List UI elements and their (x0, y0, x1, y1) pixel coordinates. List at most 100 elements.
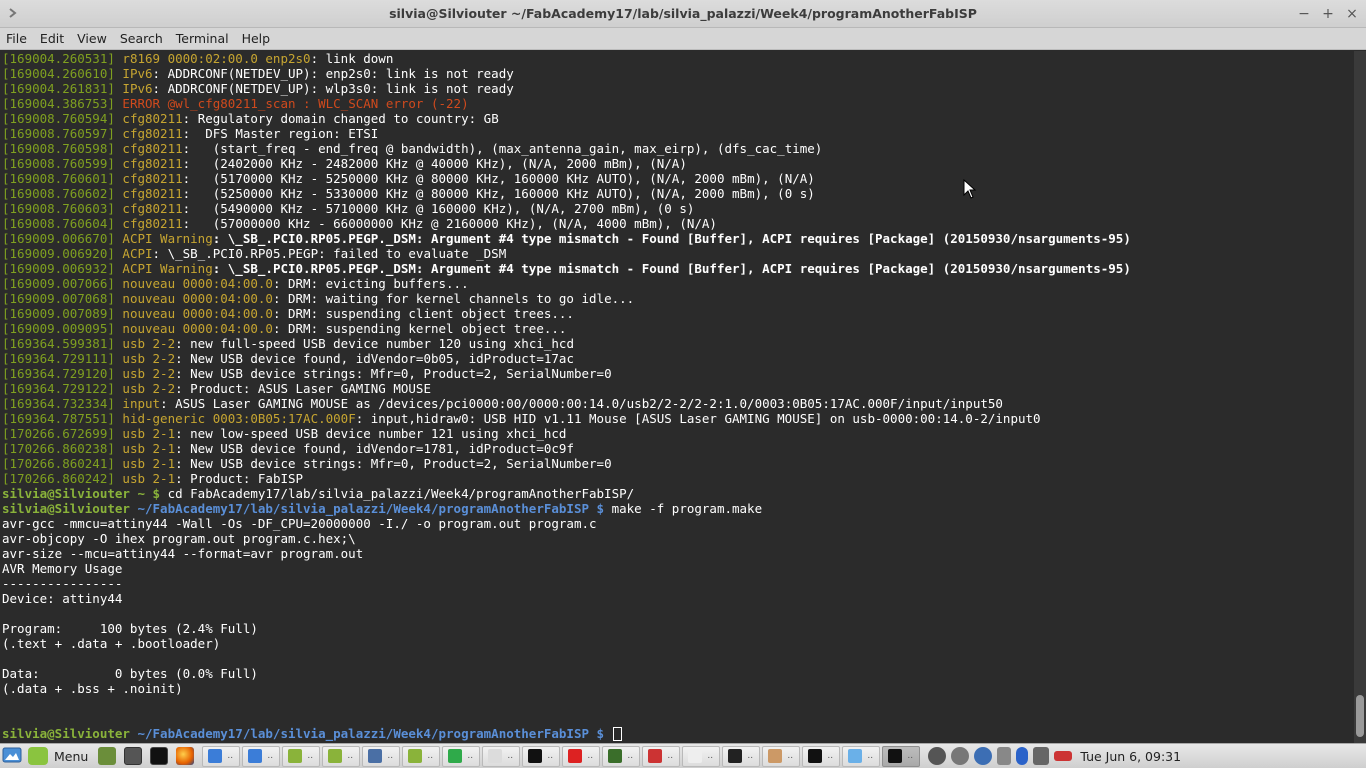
text-cursor (612, 727, 622, 741)
log-line: [169364.599381] usb 2-2: new full-speed … (2, 336, 1354, 351)
log-source: usb 2-1 (122, 456, 176, 471)
app-icon (288, 749, 303, 763)
menu-help[interactable]: Help (242, 31, 271, 46)
task-label: .. (307, 751, 314, 761)
taskbar-window-button[interactable]: .. (682, 745, 721, 767)
menu-bar: File Edit View Search Terminal Help (0, 28, 1366, 50)
log-timestamp: [169364.729120] (2, 366, 115, 381)
log-timestamp: [169364.787551] (2, 411, 115, 426)
menu-edit[interactable]: Edit (40, 31, 64, 46)
app-icon (808, 749, 823, 763)
log-message: : (57000000 KHz - 66000000 KHz @ 2160000… (182, 216, 717, 231)
maximize-button[interactable]: + (1319, 5, 1337, 23)
taskbar-window-button[interactable]: .. (442, 745, 481, 767)
taskbar-window-button[interactable]: .. (242, 745, 281, 767)
log-timestamp: [169008.760604] (2, 216, 115, 231)
taskbar-window-button[interactable]: .. (642, 745, 681, 767)
taskbar-window-button[interactable]: .. (602, 745, 641, 767)
mouse-pointer-icon (963, 179, 977, 199)
log-timestamp: [169009.006920] (2, 246, 115, 261)
prompt-path: ~/FabAcademy17/lab/silvia_palazzi/Week4/… (129, 501, 605, 516)
taskbar-window-button[interactable]: .. (362, 745, 401, 767)
scrollbar-thumb[interactable] (1356, 695, 1364, 737)
taskbar-window-button[interactable]: .. (842, 745, 881, 767)
clock[interactable]: Tue Jun 6, 09:31 (1080, 749, 1181, 764)
terminal-view[interactable]: [169004.260531] r8169 0000:02:00.0 enp2s… (0, 51, 1354, 743)
command-output: avr-gcc -mmcu=attiny44 -Wall -Os -DF_CPU… (2, 516, 1354, 726)
task-label: .. (627, 751, 634, 761)
taskbar-window-button[interactable]: .. (762, 745, 801, 767)
log-source: cfg80211 (122, 111, 183, 126)
taskbar-window-button[interactable]: .. (282, 745, 321, 767)
log-message: : New USB device strings: Mfr=0, Product… (175, 456, 612, 471)
prompt-path: ~/FabAcademy17/lab/silvia_palazzi/Week4/… (129, 726, 605, 741)
minimize-button[interactable]: − (1295, 5, 1313, 23)
menu-search[interactable]: Search (120, 31, 163, 46)
start-menu-button[interactable]: Menu (28, 747, 88, 765)
log-message: : \_SB_.PCI0.RP05.PEGP._DSM: Argument #4… (212, 231, 1131, 246)
log-timestamp: [169364.729111] (2, 351, 115, 366)
task-label: .. (667, 751, 674, 761)
log-source: ACPI (122, 246, 153, 261)
prompt-path: ~ $ (129, 486, 161, 501)
log-timestamp: [169008.760597] (2, 126, 115, 141)
log-line: [169004.261831] IPv6: ADDRCONF(NETDEV_UP… (2, 81, 1354, 96)
taskbar-window-button[interactable]: .. (322, 745, 361, 767)
close-button[interactable]: × (1343, 5, 1361, 23)
battery-icon[interactable] (1054, 751, 1073, 761)
log-message: : input,hidraw0: USB HID v1.11 Mouse [AS… (355, 411, 1041, 426)
log-line: [169008.760599] cfg80211: (2402000 KHz -… (2, 156, 1354, 171)
taskbar-window-button[interactable]: .. (482, 745, 521, 767)
log-source: IPv6 (122, 81, 153, 96)
log-message: : (5170000 KHz - 5250000 KHz @ 80000 KHz… (182, 171, 815, 186)
log-line: [169008.760603] cfg80211: (5490000 KHz -… (2, 201, 1354, 216)
prompt-user: silvia@Silviouter (2, 726, 130, 741)
output-line: Device: attiny44 (2, 591, 123, 606)
taskbar-window-button[interactable]: .. (562, 745, 601, 767)
log-line: [169364.787551] hid-generic 0003:0B05:17… (2, 411, 1354, 426)
log-timestamp: [170266.860242] (2, 471, 115, 486)
settings-gear-icon[interactable] (951, 747, 970, 765)
log-source: nouveau 0000:04:00.0 (122, 276, 273, 291)
show-desktop-launcher-icon[interactable] (98, 747, 117, 765)
firefox-launcher-icon[interactable] (176, 747, 195, 765)
taskbar-window-button[interactable]: .. (882, 745, 921, 767)
network-icon[interactable] (997, 747, 1012, 765)
show-desktop-icon[interactable] (2, 746, 22, 766)
log-line: [170266.860241] usb 2-1: New USB device … (2, 456, 1354, 471)
log-message: : New USB device found, idVendor=0b05, i… (175, 351, 574, 366)
app-icon (248, 749, 263, 763)
taskbar-window-button[interactable]: .. (802, 745, 841, 767)
log-message: : Product: FabISP (175, 471, 304, 486)
log-timestamp: [169004.260610] (2, 66, 115, 81)
shield-icon[interactable] (974, 747, 993, 765)
terminal-scrollbar[interactable] (1354, 51, 1366, 743)
log-timestamp: [169008.760598] (2, 141, 115, 156)
update-icon[interactable] (928, 747, 947, 765)
log-message: : (2402000 KHz - 2482000 KHz @ 40000 KHz… (182, 156, 687, 171)
taskbar-window-button[interactable]: .. (402, 745, 441, 767)
log-source: nouveau 0000:04:00.0 (122, 291, 273, 306)
output-line: Data: 0 bytes (0.0% Full) (2, 666, 258, 681)
log-timestamp: [169008.760603] (2, 201, 115, 216)
taskbar-window-button[interactable]: .. (522, 745, 561, 767)
volume-icon[interactable] (1033, 747, 1050, 765)
mint-logo-icon (28, 747, 48, 765)
output-line: AVR Memory Usage (2, 561, 123, 576)
log-source: cfg80211 (122, 216, 183, 231)
menu-file[interactable]: File (6, 31, 27, 46)
menu-terminal[interactable]: Terminal (176, 31, 229, 46)
taskbar-window-button[interactable]: .. (722, 745, 761, 767)
log-timestamp: [169009.006670] (2, 231, 115, 246)
log-message: : DRM: waiting for kernel channels to go… (272, 291, 635, 306)
taskbar-window-button[interactable]: .. (202, 745, 241, 767)
log-source: ACPI Warning (122, 261, 213, 276)
menu-view[interactable]: View (77, 31, 107, 46)
task-label: .. (467, 751, 474, 761)
files-launcher-icon[interactable] (124, 747, 143, 765)
log-timestamp: [169008.760602] (2, 186, 115, 201)
app-icon (608, 749, 623, 763)
bluetooth-icon[interactable] (1016, 747, 1029, 765)
terminal-launcher-icon[interactable] (150, 747, 169, 765)
